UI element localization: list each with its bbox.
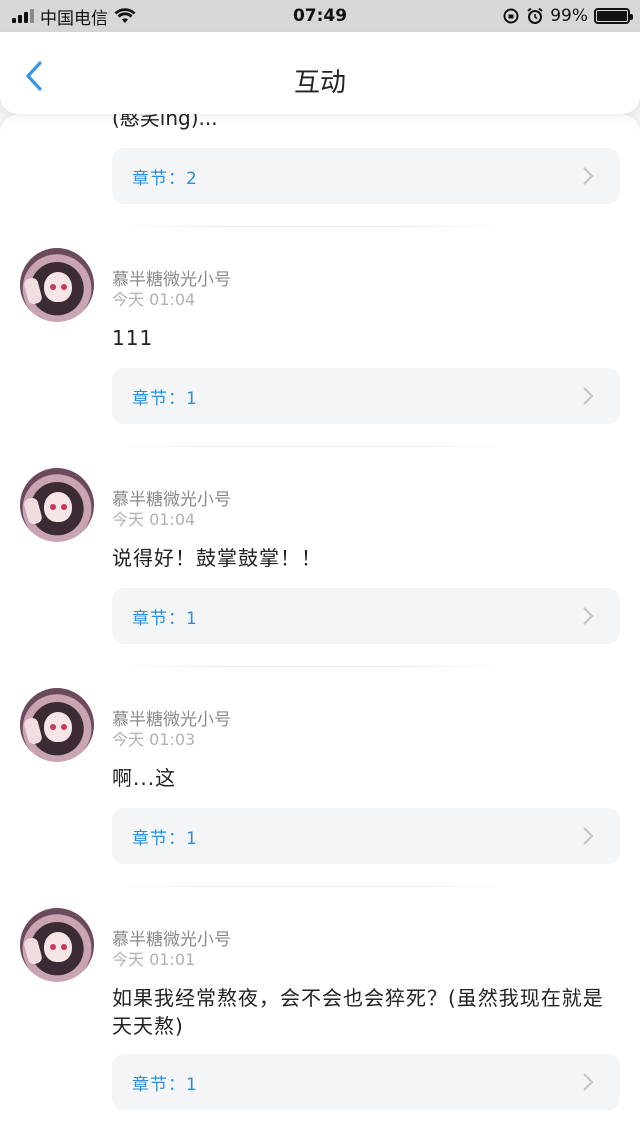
comment-text: 111 <box>112 326 154 350</box>
timestamp: 今天 01:04 <box>112 510 196 529</box>
chapter-label: 章节：1 <box>132 608 198 629</box>
chapter-button[interactable]: 章节：1 <box>112 808 620 864</box>
chapter-button[interactable]: 章节：2 <box>112 148 620 204</box>
timestamp: 今天 01:01 <box>112 950 196 969</box>
page-title: 互动 <box>293 68 346 98</box>
chapter-button[interactable]: 章节：1 <box>112 588 620 644</box>
status-right: 99% <box>502 6 633 26</box>
avatar[interactable] <box>20 908 94 982</box>
timestamp: 今天 01:04 <box>112 290 196 309</box>
comment-text: 说得好！鼓掌鼓掌！！ <box>112 546 322 570</box>
chevron-right-icon <box>583 827 594 845</box>
chevron-right-icon <box>583 1073 594 1091</box>
battery-icon <box>594 8 633 24</box>
avatar[interactable] <box>20 688 94 762</box>
chevron-right-icon <box>583 607 594 625</box>
nav-bar: 互动 <box>0 32 640 114</box>
chevron-right-icon <box>583 167 594 185</box>
chapter-label: 章节：1 <box>132 388 198 409</box>
comment-text: 啊...这 <box>112 766 177 790</box>
divider <box>112 886 512 887</box>
chevron-right-icon <box>583 387 594 405</box>
avatar[interactable] <box>20 248 94 322</box>
comment-text: 如果我经常熬夜，会不会也会猝死？(虽然我现在就是天天熬) <box>112 986 604 1038</box>
alarm-icon <box>527 7 543 24</box>
battery-percent: 99% <box>550 6 588 26</box>
comment-list: (憨笑ing)... 章节：2 慕半糖微光小号 今天 01:04 111 章节：… <box>0 114 640 1138</box>
signal-icon <box>12 9 34 23</box>
status-left: 中国电信 <box>12 4 136 29</box>
wifi-icon <box>114 8 136 23</box>
chapter-label: 章节：2 <box>132 168 198 189</box>
status-bar: 中国电信 07:49 99% <box>0 0 640 32</box>
chapter-label: 章节：1 <box>132 1074 198 1095</box>
chapter-button[interactable]: 章节：1 <box>112 368 620 424</box>
divider <box>112 226 512 227</box>
divider <box>112 446 512 447</box>
chapter-label: 章节：1 <box>132 828 198 849</box>
divider <box>112 666 512 667</box>
chapter-button[interactable]: 章节：1 <box>112 1054 620 1110</box>
rotation-lock-icon <box>503 8 519 24</box>
comment-text-partial: (憨笑ing)... <box>112 114 218 130</box>
timestamp: 今天 01:03 <box>112 730 196 749</box>
avatar[interactable] <box>20 468 94 542</box>
carrier-label: 中国电信 <box>40 8 108 29</box>
